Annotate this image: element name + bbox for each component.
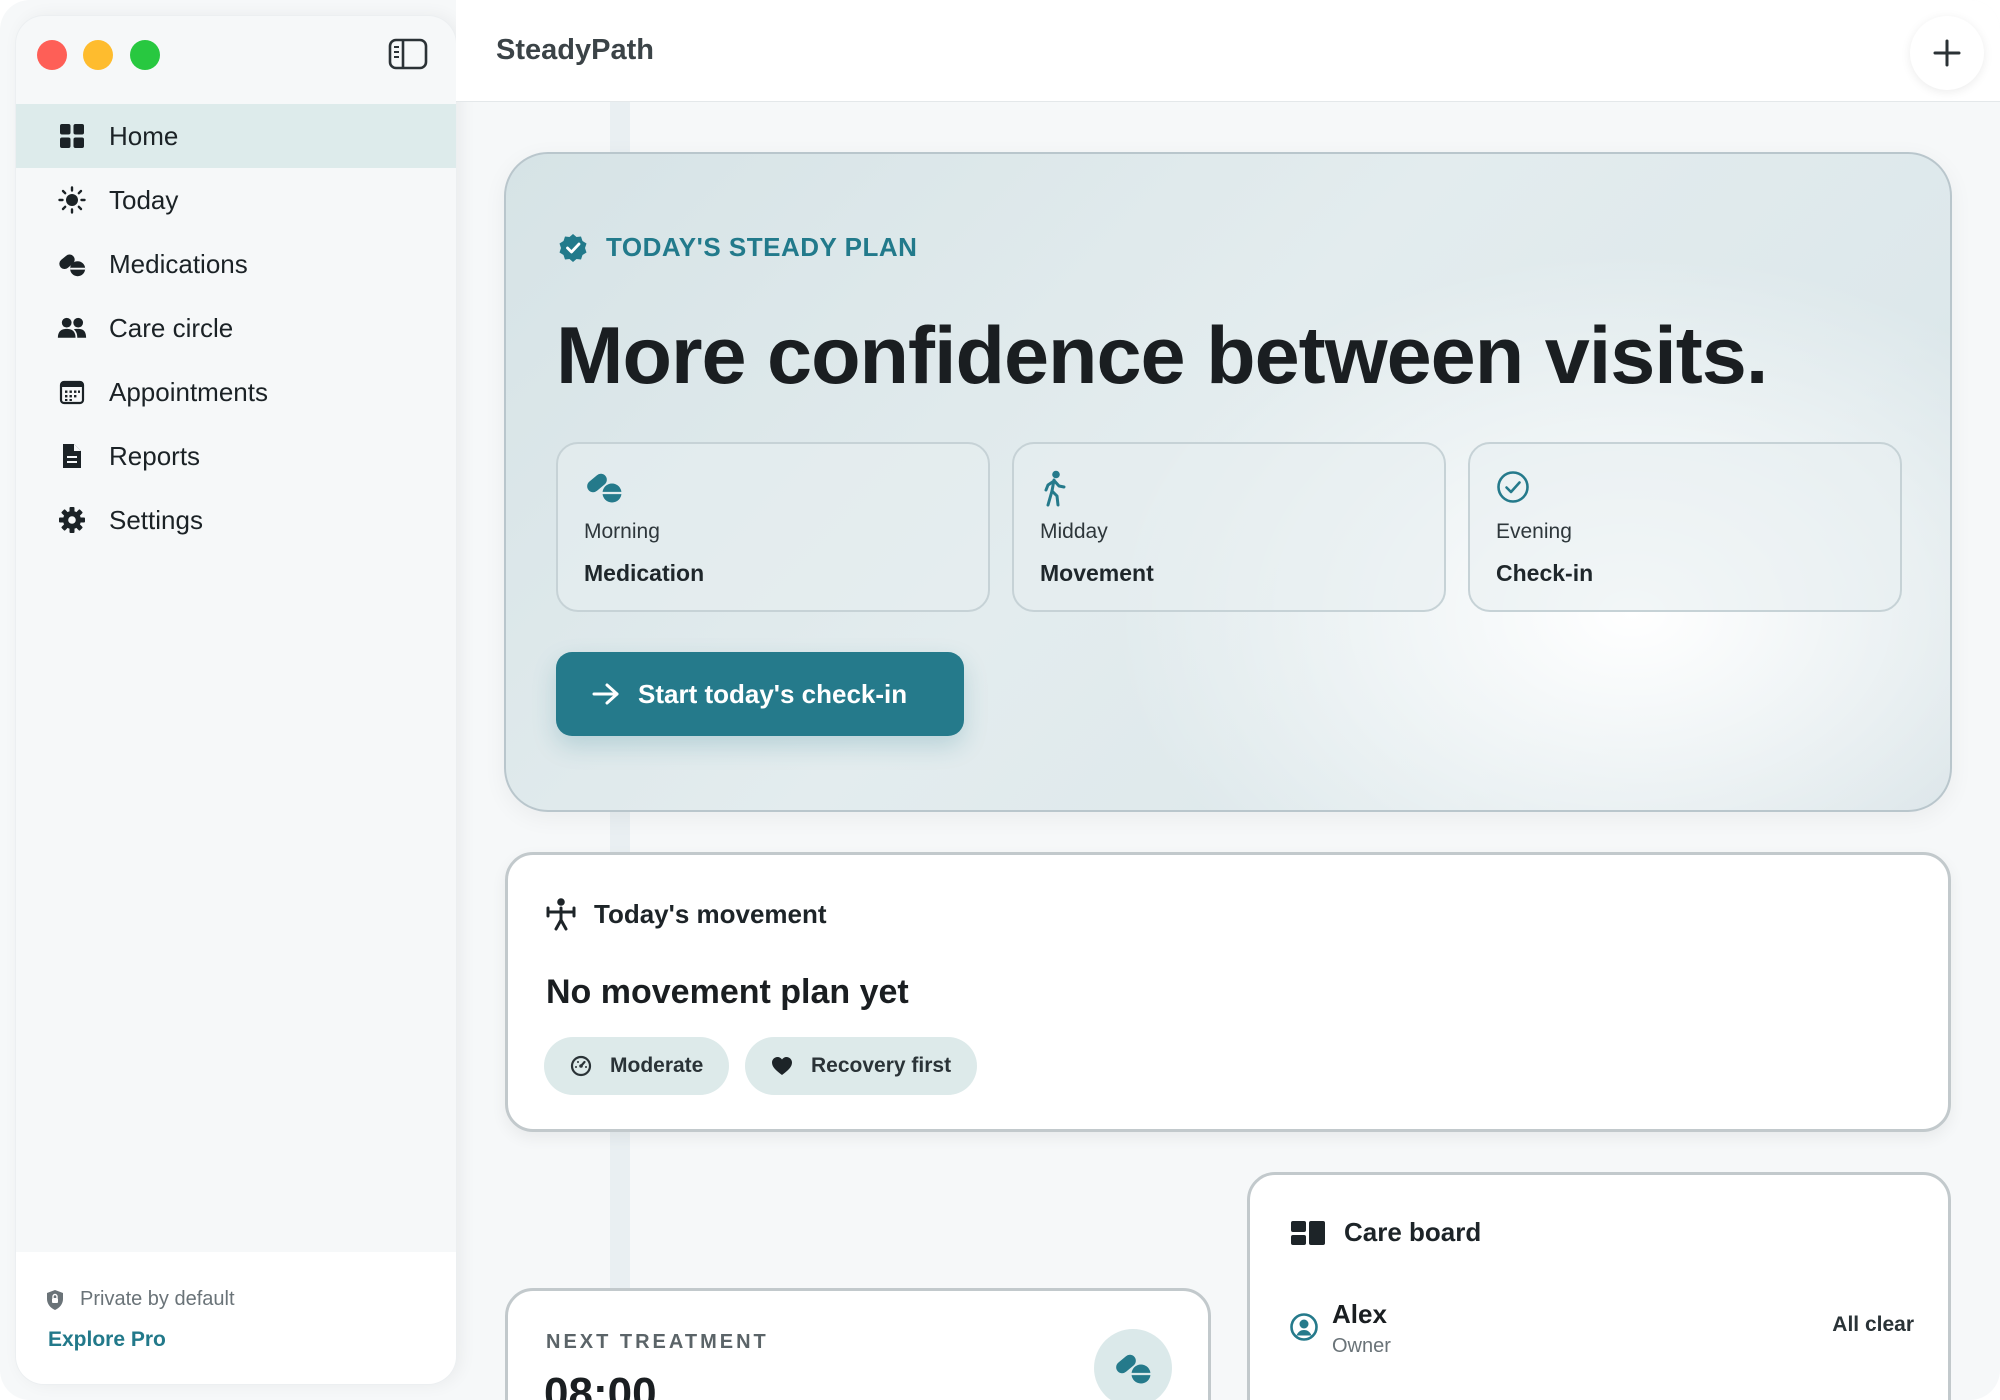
gear-icon <box>57 505 87 535</box>
sidebar-item-label: Settings <box>109 504 203 535</box>
sidebar-item-label: Medications <box>109 248 248 279</box>
member-role: Owner <box>1332 1335 1391 1357</box>
plan-card-midday[interactable]: Midday Movement <box>1012 442 1446 612</box>
pills-icon <box>57 249 87 279</box>
plan-card-evening[interactable]: Evening Check-in <box>1468 442 1902 612</box>
explore-pro-link[interactable]: Explore Pro <box>48 1328 166 1352</box>
next-treatment-label: NEXT TREATMENT <box>546 1331 769 1353</box>
chip-moderate[interactable]: Moderate <box>544 1037 730 1095</box>
sidebar-item-reports[interactable]: Reports <box>16 424 456 488</box>
arrow-right-icon <box>592 683 619 705</box>
care-board-heading-label: Care board <box>1344 1217 1482 1247</box>
care-board-card: Care board Alex Owner All clear <box>1247 1172 1951 1400</box>
plan-card-morning[interactable]: Morning Medication <box>556 442 990 612</box>
top-bar: SteadyPath <box>456 0 2000 102</box>
care-board-member-row[interactable]: Alex Owner All clear <box>1290 1295 1914 1365</box>
close-window-button[interactable] <box>37 40 67 70</box>
hero-eyebrow-label: TODAY'S STEADY PLAN <box>606 232 918 262</box>
add-button[interactable] <box>1910 16 1984 90</box>
walking-icon <box>1040 470 1080 510</box>
start-checkin-label: Start today's check-in <box>638 678 908 709</box>
sidebar-nav: Home Today Medications Care circle Appoi… <box>16 104 456 552</box>
sidebar: Home Today Medications Care circle Appoi… <box>16 16 456 1384</box>
todays-movement-card: Today's movement No movement plan yet Mo… <box>505 852 1951 1132</box>
heart-icon <box>772 1057 792 1075</box>
sidebar-item-care-circle[interactable]: Care circle <box>16 296 456 360</box>
sidebar-item-label: Today <box>109 184 179 215</box>
plan-card-time: Evening <box>1496 520 1572 543</box>
sidebar-footer: Private by default Explore Pro <box>16 1252 456 1384</box>
calendar-icon <box>57 377 87 407</box>
shield-icon <box>47 1289 63 1310</box>
person-circle-icon <box>1290 1313 1318 1341</box>
care-board-heading: Care board <box>1290 1217 1481 1248</box>
verified-badge-icon <box>559 233 587 262</box>
sidebar-item-today[interactable]: Today <box>16 168 456 232</box>
movement-heading: Today's movement <box>544 897 827 931</box>
document-icon <box>57 441 87 471</box>
gauge-icon <box>570 1055 592 1077</box>
app-window: Home Today Medications Care circle Appoi… <box>0 0 2000 1400</box>
chip-recovery-first[interactable]: Recovery first <box>745 1037 978 1095</box>
movement-heading-label: Today's movement <box>594 898 827 929</box>
plan-card-time: Midday <box>1040 520 1108 543</box>
pills-icon <box>1116 1354 1151 1384</box>
hero-eyebrow: TODAY'S STEADY PLAN <box>558 232 917 263</box>
start-checkin-button[interactable]: Start today's check-in <box>556 652 964 736</box>
sidebar-item-appointments[interactable]: Appointments <box>16 360 456 424</box>
sidebar-item-settings[interactable]: Settings <box>16 488 456 552</box>
member-status: All clear <box>1832 1313 1914 1336</box>
zoom-window-button[interactable] <box>130 40 160 70</box>
dashboard-icon <box>1291 1220 1325 1245</box>
privacy-note: Private by default <box>46 1288 235 1311</box>
chip-label: Moderate <box>610 1054 704 1077</box>
plan-card-time: Morning <box>584 520 660 543</box>
plus-icon <box>1933 39 1961 67</box>
grid-icon <box>57 121 87 151</box>
next-treatment-time: 08:00 <box>544 1369 657 1400</box>
privacy-label: Private by default <box>80 1288 235 1310</box>
steady-plan-hero: TODAY'S STEADY PLAN More confidence betw… <box>504 152 1952 812</box>
app-title: SteadyPath <box>496 34 654 66</box>
member-name: Alex <box>1332 1299 1387 1329</box>
hero-title: More confidence between visits. <box>556 311 1768 401</box>
check-circle-icon <box>1496 470 1536 510</box>
plan-card-name: Movement <box>1040 560 1154 586</box>
treatment-badge <box>1094 1329 1172 1400</box>
chip-label: Recovery first <box>811 1054 952 1077</box>
people-icon <box>57 313 87 343</box>
pills-icon <box>584 470 624 510</box>
sidebar-item-home[interactable]: Home <box>16 104 456 168</box>
sidebar-item-label: Care circle <box>109 312 234 343</box>
movement-title: No movement plan yet <box>546 973 909 1011</box>
sun-icon <box>57 185 87 215</box>
sidebar-item-label: Reports <box>109 440 201 471</box>
sidebar-item-label: Home <box>109 120 179 151</box>
plan-card-name: Check-in <box>1496 560 1594 586</box>
minimize-window-button[interactable] <box>83 40 113 70</box>
sidebar-item-medications[interactable]: Medications <box>16 232 456 296</box>
sidebar-item-label: Appointments <box>109 376 268 407</box>
sidebar-toggle-icon[interactable] <box>388 38 428 70</box>
next-treatment-card[interactable]: NEXT TREATMENT 08:00 <box>505 1288 1211 1400</box>
plan-card-name: Medication <box>584 560 705 586</box>
sidebar-titlebar <box>16 16 456 104</box>
exercise-icon <box>546 898 576 931</box>
